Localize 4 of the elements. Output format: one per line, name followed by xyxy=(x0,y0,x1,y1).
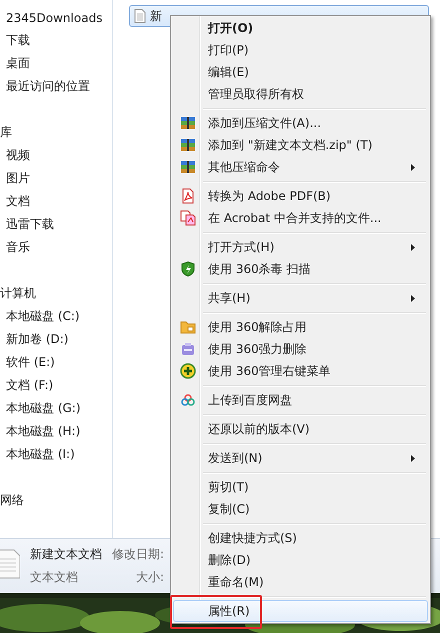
size-label: 大小: xyxy=(136,569,164,586)
file-type: 文本文档 xyxy=(30,569,79,586)
modified-label: 修改日期: xyxy=(112,546,164,563)
file-name: 新建文本文档 xyxy=(30,546,102,563)
